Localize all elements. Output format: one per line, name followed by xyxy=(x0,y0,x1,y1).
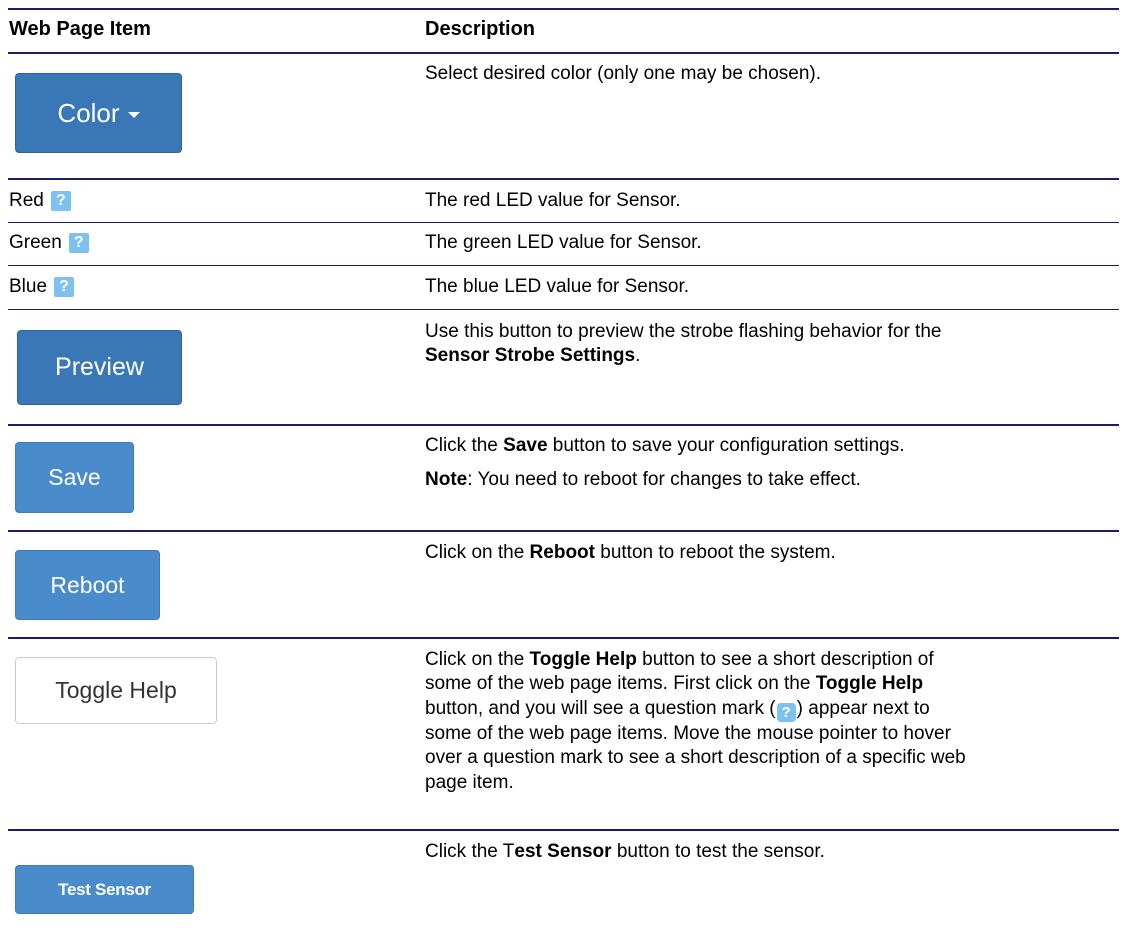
color-dropdown-button[interactable]: Color xyxy=(15,73,182,153)
table-top-rule xyxy=(8,8,1119,10)
save-button[interactable]: Save xyxy=(15,442,134,513)
test-sensor-button[interactable]: Test Sensor xyxy=(15,865,194,914)
caret-down-icon xyxy=(127,111,140,118)
row-rule xyxy=(8,424,1119,426)
row-green-description: The green LED value for Sensor. xyxy=(425,231,1115,255)
blue-desc-text: The blue LED value for Sensor. xyxy=(425,276,690,297)
help-question-icon[interactable]: ? xyxy=(50,191,71,211)
reboot-button[interactable]: Reboot xyxy=(15,550,160,620)
test-sensor-desc-text: Click the Test Sensor button to test the… xyxy=(425,841,825,862)
row-toggle-help-description: Click on the Toggle Help button to see a… xyxy=(425,648,1115,795)
header-rule xyxy=(8,52,1119,54)
row-save-description: Click the Save button to save your confi… xyxy=(425,434,1115,492)
preview-desc-text: Use this button to preview the strobe fl… xyxy=(425,321,942,366)
question-mark-icon: ? xyxy=(776,703,796,723)
row-rule xyxy=(8,829,1119,831)
toggle-help-desc-text: Click on the Toggle Help button to see a… xyxy=(425,649,966,793)
color-button-label: Color xyxy=(57,97,120,128)
header-web-page-item: Web Page Item xyxy=(9,18,151,40)
row-rule xyxy=(8,178,1119,180)
color-desc-text: Select desired color (only one may be ch… xyxy=(425,63,822,84)
red-desc-text: The red LED value for Sensor. xyxy=(425,190,681,211)
item-red: Red ? xyxy=(9,189,71,213)
green-label: Green xyxy=(9,232,62,253)
row-color-description: Select desired color (only one may be ch… xyxy=(425,62,1115,86)
row-blue-description: The blue LED value for Sensor. xyxy=(425,275,1115,299)
row-red-description: The red LED value for Sensor. xyxy=(425,189,1115,213)
row-preview-description: Use this button to preview the strobe fl… xyxy=(425,320,1115,368)
row-reboot-description: Click on the Reboot button to reboot the… xyxy=(425,541,1115,565)
save-desc-text: Click the Save button to save your confi… xyxy=(425,435,905,456)
row-rule xyxy=(8,222,1119,223)
preview-button[interactable]: Preview xyxy=(17,330,182,405)
help-question-icon[interactable]: ? xyxy=(54,277,75,297)
save-note-text: Note: You need to reboot for changes to … xyxy=(425,469,861,490)
green-desc-text: The green LED value for Sensor. xyxy=(425,232,702,253)
reboot-desc-text: Click on the Reboot button to reboot the… xyxy=(425,542,836,563)
row-rule xyxy=(8,530,1119,532)
help-question-icon[interactable]: ? xyxy=(68,233,89,253)
blue-label: Blue xyxy=(9,276,48,297)
item-blue: Blue ? xyxy=(9,275,75,299)
row-rule xyxy=(8,637,1119,639)
row-test-sensor-description: Click the Test Sensor button to test the… xyxy=(425,840,1115,864)
red-label: Red xyxy=(9,190,44,211)
toggle-help-button[interactable]: Toggle Help xyxy=(15,657,217,724)
item-green: Green ? xyxy=(9,231,89,255)
row-rule xyxy=(8,309,1119,310)
row-rule xyxy=(8,265,1119,266)
header-description: Description xyxy=(425,18,536,40)
